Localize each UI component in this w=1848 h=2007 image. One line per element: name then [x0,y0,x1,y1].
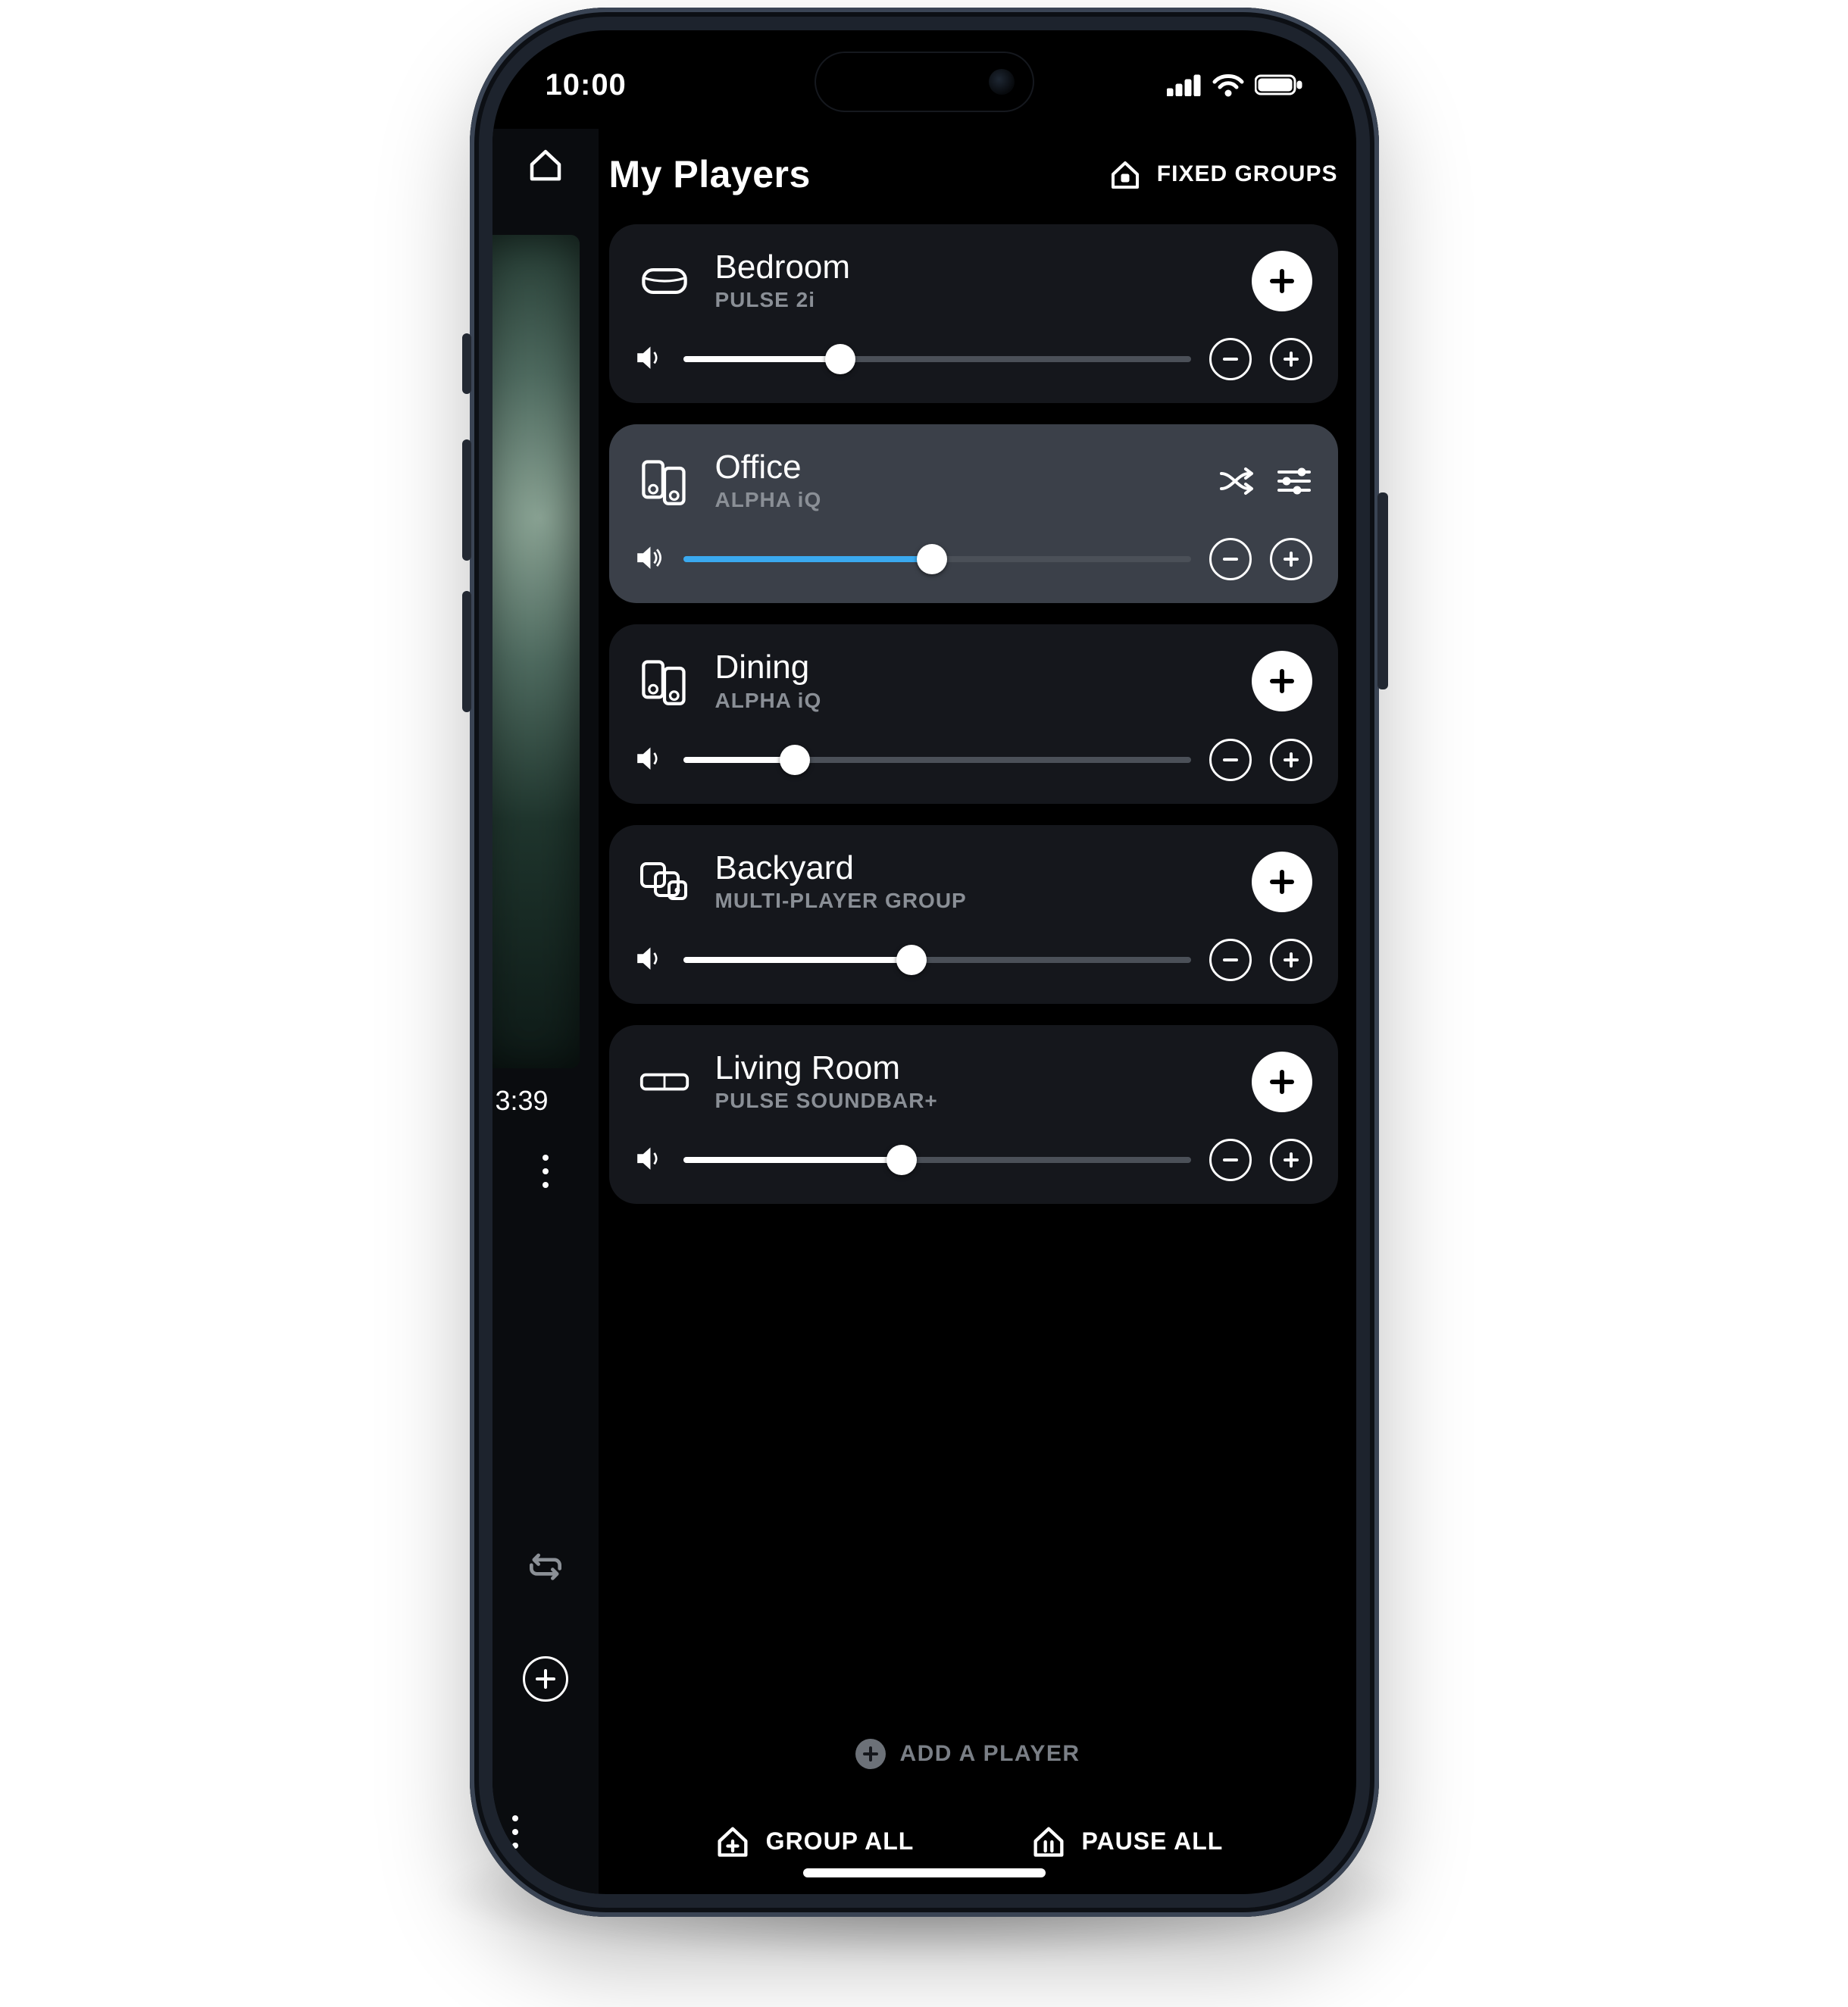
more-icon[interactable] [512,1815,518,1849]
minus-icon [1221,750,1240,770]
volume-down-button[interactable] [1209,538,1252,580]
footer: GROUP ALL PAUSE ALL [599,1788,1338,1894]
add-to-group-button[interactable] [1252,852,1312,912]
player-model: ALPHA iQ [715,689,1230,713]
volume-slider[interactable] [683,344,1191,374]
player-card[interactable]: Living Room PULSE SOUNDBAR+ [609,1025,1338,1204]
plus-icon [1281,349,1301,369]
more-icon[interactable] [543,1155,549,1188]
player-type-icon [635,652,694,711]
volume-slider[interactable] [683,1145,1191,1175]
plus-icon [1268,868,1296,896]
player-model: PULSE SOUNDBAR+ [715,1089,1230,1113]
page-title: My Players [609,152,811,196]
plus-icon [1268,267,1296,295]
volume-up-button[interactable] [1270,1139,1312,1181]
player-name: Bedroom [715,250,1230,285]
player-name: Dining [715,650,1230,685]
volume-up-button[interactable] [1270,538,1312,580]
player-model: PULSE 2i [715,288,1230,312]
player-type-icon [635,1052,694,1111]
power-button-hw[interactable] [1377,492,1388,689]
screen: 10:00 [492,30,1356,1894]
header: My Players FIXED GROUPS [599,129,1338,220]
speaker-icon[interactable] [635,344,665,374]
volume-slider[interactable] [683,945,1191,975]
player-card[interactable]: Office ALPHA iQ [609,424,1338,603]
player-name: Office [715,450,1196,485]
speaker-icon[interactable] [635,945,665,975]
player-card[interactable]: Bedroom PULSE 2i [609,224,1338,403]
minus-icon [1221,950,1240,970]
volume-down-hw[interactable] [462,591,471,712]
minus-icon [1221,349,1240,369]
volume-down-button[interactable] [1209,338,1252,380]
player-type-icon [635,852,694,911]
repeat-icon[interactable] [524,1546,567,1588]
group-all-icon [713,1821,752,1861]
add-to-group-button[interactable] [1252,651,1312,711]
silent-switch[interactable] [462,333,471,394]
add-to-group-button[interactable] [1252,251,1312,311]
pause-all-icon [1029,1821,1068,1861]
plus-icon [1281,950,1301,970]
plus-icon [1268,1068,1296,1096]
fixed-groups-label: FIXED GROUPS [1157,161,1338,187]
volume-down-button[interactable] [1209,1139,1252,1181]
volume-down-button[interactable] [1209,739,1252,781]
add-player-label: ADD A PLAYER [899,1741,1080,1767]
volume-slider[interactable] [683,544,1191,574]
album-art[interactable] [492,235,580,1068]
now-playing-rail[interactable]: 3:39 [492,129,599,1894]
player-card[interactable]: Dining ALPHA iQ [609,624,1338,803]
pause-all-label: PAUSE ALL [1082,1827,1224,1855]
volume-up-button[interactable] [1270,338,1312,380]
volume-slider[interactable] [683,745,1191,775]
home-indicator[interactable] [803,1868,1046,1877]
volume-down-button[interactable] [1209,939,1252,981]
plus-icon [1281,1150,1301,1170]
add-to-group-button[interactable] [1252,1052,1312,1112]
plus-circle-icon [855,1739,886,1769]
fixed-groups-icon [1107,156,1143,192]
plus-icon [1281,549,1301,569]
shuffle-icon[interactable] [1217,466,1256,496]
add-player-button[interactable]: ADD A PLAYER [599,1720,1338,1788]
group-all-label: GROUP ALL [766,1827,915,1855]
player-type-icon [635,252,694,311]
player-list: Bedroom PULSE 2i Office ALPHA iQ Dining ALPHA… [599,220,1338,1720]
player-type-icon [635,452,694,511]
plus-icon [1281,750,1301,770]
elapsed-time: 3:39 [492,1085,549,1117]
volume-up-hw[interactable] [462,439,471,561]
player-model: ALPHA iQ [715,488,1196,512]
fixed-groups-button[interactable]: FIXED GROUPS [1107,156,1338,192]
minus-icon [1221,549,1240,569]
pause-all-button[interactable]: PAUSE ALL [1029,1821,1224,1861]
phone-frame: 10:00 [470,8,1379,1917]
volume-up-button[interactable] [1270,939,1312,981]
player-name: Living Room [715,1051,1230,1086]
volume-up-button[interactable] [1270,739,1312,781]
speaker-icon[interactable] [635,544,665,574]
speaker-icon[interactable] [635,1145,665,1175]
group-all-button[interactable]: GROUP ALL [713,1821,915,1861]
home-icon[interactable] [525,144,566,185]
plus-icon [534,1668,557,1690]
player-card[interactable]: Backyard MULTI-PLAYER GROUP [609,825,1338,1004]
sliders-icon[interactable] [1276,466,1312,496]
plus-icon [1268,667,1296,695]
speaker-icon[interactable] [635,745,665,775]
minus-icon [1221,1150,1240,1170]
player-name: Backyard [715,851,1230,886]
rail-add-button[interactable] [523,1656,568,1702]
player-model: MULTI-PLAYER GROUP [715,889,1230,913]
